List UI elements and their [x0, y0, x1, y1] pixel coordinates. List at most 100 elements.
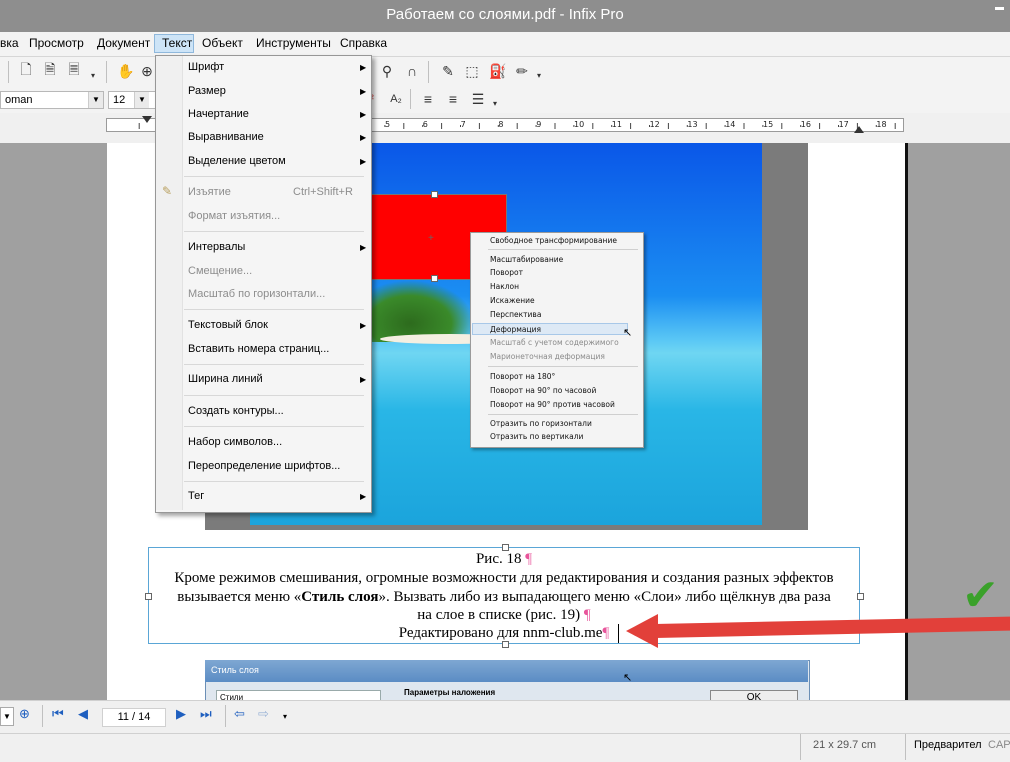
- subscript-icon[interactable]: A₂: [386, 89, 406, 109]
- pencil-icon[interactable]: ✏: [512, 61, 532, 81]
- ruler-number: 7: [460, 120, 466, 129]
- context-menu-item[interactable]: Наклон: [490, 282, 519, 291]
- text-menu-item[interactable]: Масштаб по горизонтали...: [188, 288, 325, 300]
- right-indent-marker[interactable]: [854, 126, 864, 133]
- text-menu-item[interactable]: Изъятие: [188, 186, 231, 198]
- menu-tools[interactable]: Инструменты: [256, 36, 331, 50]
- align-justify-icon[interactable]: ☰: [468, 89, 488, 109]
- context-menu-item[interactable]: Искажение: [490, 296, 535, 305]
- context-menu-item[interactable]: Масштаб с учетом содержимого: [490, 338, 619, 347]
- align-center-icon[interactable]: ≡: [443, 89, 463, 109]
- next-page-icon[interactable]: ▶: [176, 706, 186, 722]
- new-page-icon[interactable]: 🗋: [16, 61, 36, 81]
- dialog-title-bar: Стиль слоя: [205, 660, 808, 682]
- menu-icon-gutter: [156, 56, 183, 510]
- context-menu-separator: [488, 366, 638, 367]
- context-menu-item[interactable]: Марионеточная деформация: [490, 352, 605, 361]
- text-menu-item[interactable]: Начертание: [188, 108, 249, 120]
- text-menu-item[interactable]: Интервалы: [188, 241, 245, 253]
- text-menu-item[interactable]: Текстовый блок: [188, 319, 268, 331]
- context-menu-item[interactable]: Отразить по горизонтали: [490, 419, 592, 428]
- left-indent-marker[interactable]: [142, 116, 152, 123]
- zoom-in-icon[interactable]: ⊕: [19, 706, 30, 722]
- text-menu-item[interactable]: Вставить номера страниц...: [188, 343, 329, 355]
- dialog-title: Стиль слоя: [211, 665, 259, 675]
- ruler-number: 11: [611, 120, 622, 129]
- last-page-icon[interactable]: ⏭: [200, 706, 212, 722]
- body-line-1: Кроме режимов смешивания, огромные возмо…: [174, 570, 834, 586]
- toolbar-separator: [8, 61, 9, 83]
- text-menu-item[interactable]: Шрифт: [188, 61, 224, 73]
- context-menu-item[interactable]: Отразить по вертикали: [490, 432, 583, 441]
- text-menu-item[interactable]: Выделение цветом: [188, 155, 286, 167]
- toolbar-separator: [106, 61, 107, 83]
- submenu-arrow-icon: ▶: [360, 133, 367, 142]
- format-toolbar: oman ▼ 12 ▼ ² A₂ ≡ ≡ ☰ ▾: [0, 87, 1010, 113]
- chevron-down-icon[interactable]: ▾: [283, 712, 287, 721]
- first-page-icon[interactable]: ⏮: [52, 706, 64, 722]
- menu-separator: [184, 395, 364, 396]
- text-block-handle[interactable]: [502, 641, 509, 648]
- context-menu-item[interactable]: Поворот на 180°: [490, 372, 555, 381]
- menu-edit[interactable]: вка: [0, 36, 19, 50]
- mouse-cursor-icon: ↖: [623, 327, 633, 339]
- mouse-cursor-icon: ↖: [623, 672, 633, 684]
- center-point-icon: +: [428, 233, 434, 244]
- font-size-select[interactable]: 12 ▼: [108, 91, 158, 109]
- curve-tool-icon[interactable]: ∩: [402, 61, 422, 81]
- context-menu-item[interactable]: Масштабирование: [490, 255, 563, 264]
- submenu-arrow-icon: ▶: [360, 110, 367, 119]
- chevron-down-icon[interactable]: ▾: [490, 93, 500, 113]
- ruler-number: 13: [687, 120, 698, 129]
- text-menu-item[interactable]: Формат изъятия...: [188, 210, 280, 222]
- prev-page-icon[interactable]: ◀: [78, 706, 88, 722]
- status-separator: [800, 734, 801, 760]
- text-menu-item[interactable]: Набор символов...: [188, 436, 282, 448]
- page-number-input[interactable]: 11 / 14: [102, 708, 166, 727]
- context-menu-item[interactable]: Перспектива: [490, 310, 541, 319]
- align-left-icon[interactable]: ≡: [418, 89, 438, 109]
- page-edge: [905, 143, 908, 700]
- text-menu-item[interactable]: Выравнивание: [188, 131, 264, 143]
- page-icon[interactable]: 🗎: [40, 61, 60, 81]
- chevron-down-icon[interactable]: ▾: [534, 65, 544, 85]
- zoom-icon[interactable]: ⊕: [140, 61, 154, 81]
- text-menu-item[interactable]: Ширина линий: [188, 373, 263, 385]
- link-tool-icon[interactable]: ⚲: [377, 61, 397, 81]
- chevron-down-icon[interactable]: ▾: [88, 65, 98, 85]
- context-menu-item[interactable]: Поворот на 90° против часовой: [490, 400, 615, 409]
- back-icon[interactable]: ⇦: [234, 706, 245, 722]
- context-menu-item[interactable]: Деформация: [490, 325, 541, 334]
- text-menu-item[interactable]: Переопределение шрифтов...: [188, 460, 340, 472]
- text-menu-item[interactable]: Смещение...: [188, 265, 252, 277]
- ruler-number: 17: [838, 120, 849, 129]
- menu-text[interactable]: Текст: [162, 36, 192, 50]
- context-menu-item[interactable]: Поворот на 90° по часовой: [490, 386, 596, 395]
- menu-document[interactable]: Документ: [97, 36, 150, 50]
- hand-tool-icon[interactable]: ✋: [116, 61, 136, 81]
- page-insert-icon[interactable]: 🗏: [64, 61, 84, 81]
- eyedropper-icon[interactable]: ✎: [438, 61, 458, 81]
- menu-help[interactable]: Справка: [340, 36, 387, 50]
- zoom-dropdown[interactable]: ▼: [0, 707, 14, 726]
- context-menu-item[interactable]: Свободное трансформирование: [490, 236, 617, 245]
- forward-icon[interactable]: ⇨: [258, 706, 269, 722]
- text-menu-item[interactable]: Создать контуры...: [188, 405, 284, 417]
- menu-object[interactable]: Объект: [202, 36, 243, 50]
- menu-separator: [184, 481, 364, 482]
- minimize-icon[interactable]: [995, 7, 1004, 10]
- text-menu-item[interactable]: Тег: [188, 490, 204, 502]
- main-toolbar: 🗋 🗎 🗏 ▾ ✋ ⊕ ⚲ ∩ ✎ ⬚ ⛽ ✏ ▾: [0, 57, 1010, 87]
- context-menu-item[interactable]: Поворот: [490, 268, 523, 277]
- transform-handle[interactable]: [431, 191, 438, 198]
- fill-bucket-icon[interactable]: ⛽: [488, 61, 508, 81]
- menu-separator: [184, 364, 364, 365]
- text-menu-item[interactable]: Размер: [188, 85, 226, 97]
- font-name-select[interactable]: oman ▼: [0, 91, 104, 109]
- transform-handle[interactable]: [431, 275, 438, 282]
- menu-view[interactable]: Просмотр: [29, 36, 84, 50]
- ruler-number: 15: [763, 120, 774, 129]
- body-line-2: вызывается меню «Стиль слоя». Вызвать ли…: [177, 589, 831, 605]
- selection-rect-icon[interactable]: ⬚: [462, 61, 482, 81]
- context-menu-separator: [488, 249, 638, 250]
